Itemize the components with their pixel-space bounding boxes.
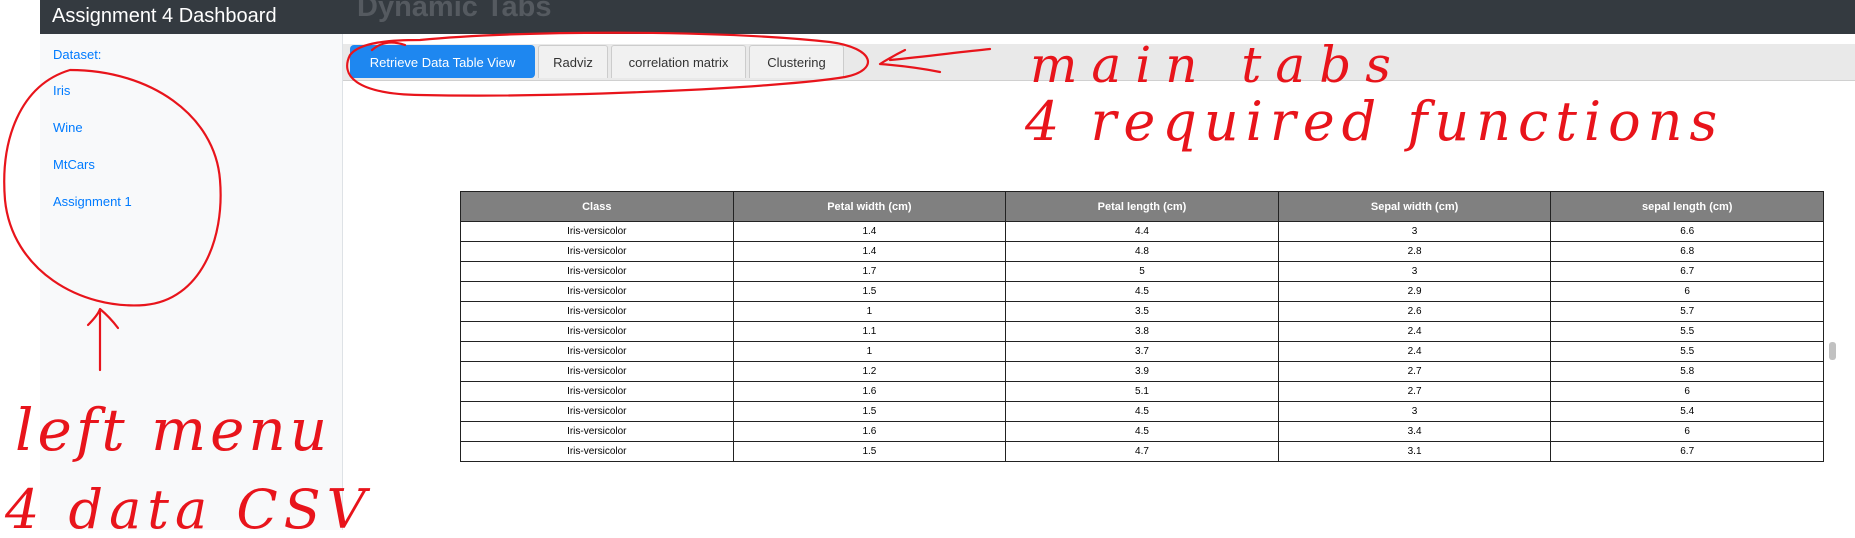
table-cell: Iris-versicolor: [460, 401, 734, 422]
scrollbar-thumb[interactable]: [1829, 342, 1836, 360]
table-cell: 5.7: [1550, 301, 1824, 322]
table-cell: 1.5: [732, 441, 1007, 462]
table-row: Iris-versicolor 1.5 4.5 2.9 6: [460, 281, 1824, 302]
table-cell: 2.9: [1277, 281, 1552, 302]
table-cell: Iris-versicolor: [460, 441, 734, 462]
table-cell: 6.8: [1550, 241, 1824, 262]
sidebar-item-iris[interactable]: Iris: [53, 83, 70, 98]
table-cell: 6.7: [1550, 441, 1824, 462]
table-row: Iris-versicolor 1 3.5 2.6 5.7: [460, 301, 1824, 322]
column-header-class: Class: [460, 191, 734, 222]
table-cell: 6.7: [1550, 261, 1824, 282]
required-functions-note: 4 required functions: [1024, 90, 1724, 153]
table-cell: 2.8: [1277, 241, 1552, 262]
sidebar-heading: Dataset:: [53, 47, 102, 62]
table-header-row: Class Petal width (cm) Petal length (cm)…: [460, 191, 1824, 222]
table-cell: 1: [732, 301, 1007, 322]
table-cell: 6: [1550, 421, 1824, 442]
table-row: Iris-versicolor 1.6 4.5 3.4 6: [460, 421, 1824, 442]
table-cell: 3.4: [1277, 421, 1552, 442]
app-title[interactable]: Assignment 4 Dashboard: [52, 3, 277, 29]
table-cell: 4.4: [1005, 221, 1279, 242]
table-cell: 3: [1277, 221, 1552, 242]
table-cell: 3.9: [1005, 361, 1279, 382]
data-table-container: Class Petal width (cm) Petal length (cm)…: [460, 191, 1824, 462]
table-cell: Iris-versicolor: [460, 321, 734, 342]
table-row: Iris-versicolor 1.5 4.5 3 5.4: [460, 401, 1824, 422]
table-cell: 2.4: [1277, 341, 1552, 362]
table-cell: 2.6: [1277, 301, 1552, 322]
table-row: Iris-versicolor 1 3.7 2.4 5.5: [460, 341, 1824, 362]
table-cell: 6.6: [1550, 221, 1824, 242]
table-cell: 2.7: [1277, 361, 1552, 382]
tab-retrieve-data-table-view[interactable]: Retrieve Data Table View: [350, 45, 535, 78]
table-cell: 5.1: [1005, 381, 1279, 402]
table-cell: 3.5: [1005, 301, 1279, 322]
column-header-sepal-width: Sepal width (cm): [1277, 191, 1552, 222]
table-cell: 3.1: [1277, 441, 1552, 462]
table-body: Iris-versicolor 1.4 4.4 3 6.6 Iris-versicolor…: [460, 221, 1824, 462]
table-cell: 1.6: [732, 421, 1007, 442]
main-tabs: Retrieve Data Table View Radviz correlat…: [343, 44, 1855, 81]
sidebar-item-wine[interactable]: Wine: [53, 120, 83, 135]
column-header-petal-length: Petal length (cm): [1005, 191, 1279, 222]
table-cell: 2.7: [1277, 381, 1552, 402]
table-cell: 1: [732, 341, 1007, 362]
table-cell: Iris-versicolor: [460, 361, 734, 382]
page-title: Dynamic Tabs: [357, 0, 552, 23]
table-cell: 5.5: [1550, 321, 1824, 342]
sidebar: Dataset: Iris Wine MtCars Assignment 1: [40, 34, 343, 530]
tab-radviz[interactable]: Radviz: [538, 45, 608, 78]
table-cell: 4.5: [1005, 401, 1279, 422]
table-cell: 1.7: [732, 261, 1007, 282]
table-cell: Iris-versicolor: [460, 221, 734, 242]
table-cell: 1.4: [732, 221, 1007, 242]
table-cell: 3: [1277, 261, 1552, 282]
table-cell: 5.4: [1550, 401, 1824, 422]
table-cell: 3.7: [1005, 341, 1279, 362]
table-cell: 6: [1550, 381, 1824, 402]
table-cell: Iris-versicolor: [460, 241, 734, 262]
table-cell: 3: [1277, 401, 1552, 422]
table-cell: 4.8: [1005, 241, 1279, 262]
table-cell: 3.8: [1005, 321, 1279, 342]
table-cell: Iris-versicolor: [460, 261, 734, 282]
table-cell: 2.4: [1277, 321, 1552, 342]
column-header-sepal-length: sepal length (cm): [1550, 191, 1824, 222]
table-cell: Iris-versicolor: [460, 281, 734, 302]
table-row: Iris-versicolor 1.1 3.8 2.4 5.5: [460, 321, 1824, 342]
table-cell: Iris-versicolor: [460, 301, 734, 322]
table-cell: 4.7: [1005, 441, 1279, 462]
sidebar-item-mtcars[interactable]: MtCars: [53, 157, 95, 172]
data-table: Class Petal width (cm) Petal length (cm)…: [460, 191, 1824, 462]
table-row: Iris-versicolor 1.5 4.7 3.1 6.7: [460, 441, 1824, 462]
table-cell: 1.2: [732, 361, 1007, 382]
table-cell: 6: [1550, 281, 1824, 302]
tab-correlation-matrix[interactable]: correlation matrix: [611, 45, 746, 78]
table-cell: Iris-versicolor: [460, 421, 734, 442]
table-cell: 5.8: [1550, 361, 1824, 382]
table-row: Iris-versicolor 1.2 3.9 2.7 5.8: [460, 361, 1824, 382]
table-cell: 1.4: [732, 241, 1007, 262]
table-row: Iris-versicolor 1.6 5.1 2.7 6: [460, 381, 1824, 402]
column-header-petal-width: Petal width (cm): [732, 191, 1007, 222]
table-cell: 1.1: [732, 321, 1007, 342]
table-cell: 4.5: [1005, 281, 1279, 302]
top-navbar: Assignment 4 Dashboard: [40, 0, 1855, 34]
sidebar-item-assignment-1[interactable]: Assignment 1: [53, 194, 132, 209]
table-cell: 5: [1005, 261, 1279, 282]
table-cell: Iris-versicolor: [460, 381, 734, 402]
table-cell: Iris-versicolor: [460, 341, 734, 362]
table-cell: 1.6: [732, 381, 1007, 402]
table-cell: 5.5: [1550, 341, 1824, 362]
table-row: Iris-versicolor 1.7 5 3 6.7: [460, 261, 1824, 282]
table-cell: 1.5: [732, 281, 1007, 302]
table-row: Iris-versicolor 1.4 4.4 3 6.6: [460, 221, 1824, 242]
tab-clustering[interactable]: Clustering: [749, 45, 844, 78]
table-cell: 1.5: [732, 401, 1007, 422]
table-row: Iris-versicolor 1.4 4.8 2.8 6.8: [460, 241, 1824, 262]
table-cell: 4.5: [1005, 421, 1279, 442]
